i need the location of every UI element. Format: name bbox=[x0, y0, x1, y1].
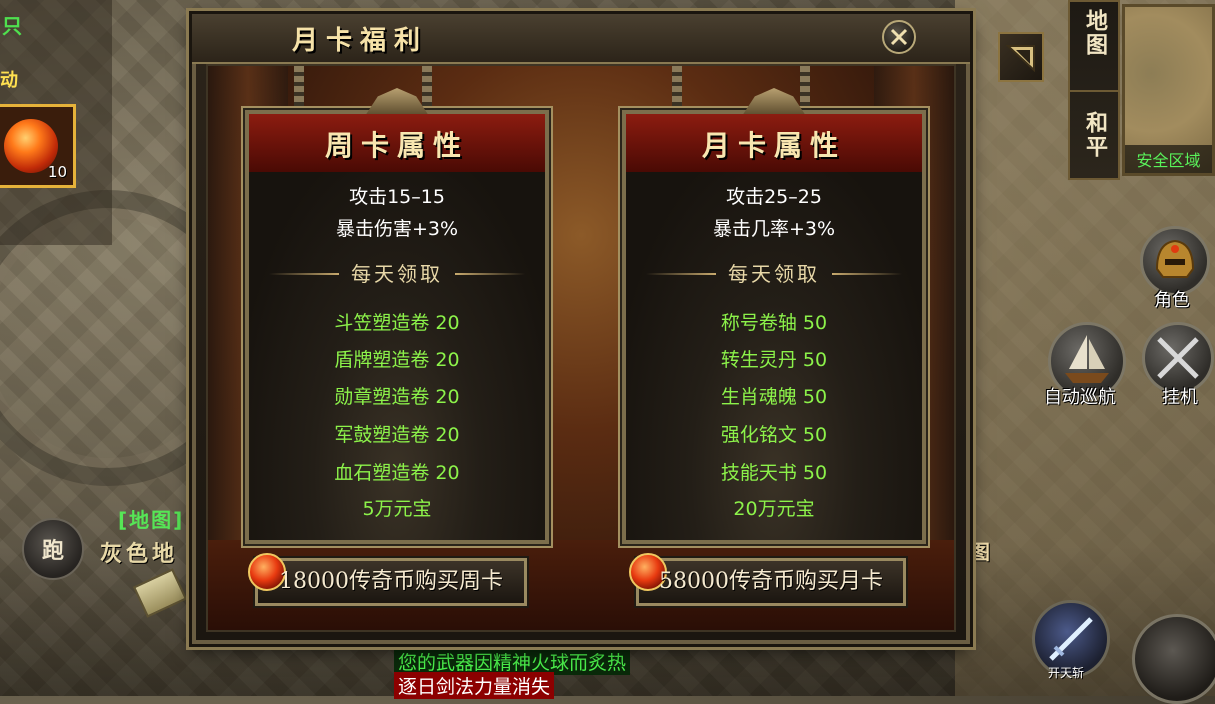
fire-skill-slot[interactable]: 10 bbox=[0, 104, 76, 188]
weekly-reward: 盾牌塑造卷 20 bbox=[334, 349, 460, 371]
panel-header: 月卡福利 bbox=[192, 14, 970, 64]
buy-monthly-label: 58000传奇币购买月卡 bbox=[659, 569, 883, 594]
weekly-reward: 斗笠塑造卷 20 bbox=[334, 312, 460, 334]
monthly-card-body: 攻击25–25 暴击几率+3% 每天领取 称号卷轴 50 转生灵丹 50 生肖魂… bbox=[626, 172, 922, 540]
monthly-reward: 强化铭文 50 bbox=[720, 424, 828, 446]
tab-peace-mode[interactable]: 和平 bbox=[1070, 90, 1118, 178]
buy-weekly-card-button[interactable]: 18000传奇币购买周卡 bbox=[248, 553, 527, 606]
panel-title: 月卡福利 bbox=[292, 26, 429, 56]
collapse-arrow-icon bbox=[1006, 45, 1035, 72]
chat-message-1: 您的武器因精神火球而炙热 bbox=[394, 648, 631, 675]
run-toggle-button[interactable]: 跑 bbox=[22, 518, 84, 580]
weekly-daily-label: 每天领取 bbox=[351, 262, 443, 286]
monthly-card-title: 月卡属性 bbox=[701, 129, 846, 162]
monthly-attr-attack: 攻击25–25 bbox=[726, 186, 822, 208]
hud-top-text: 只 bbox=[2, 14, 22, 38]
weekly-reward: 军鼓塑造卷 20 bbox=[334, 424, 460, 446]
kaitian-skill-label: 开天斩 bbox=[1048, 666, 1085, 680]
close-button[interactable] bbox=[882, 20, 916, 54]
tab-map[interactable]: 地图 bbox=[1070, 0, 1118, 76]
weekly-reward: 勋章塑造卷 20 bbox=[334, 386, 460, 408]
map-mode-tabs: 地图 和平 bbox=[1068, 0, 1120, 180]
weekly-daily-divider: 每天领取 bbox=[249, 260, 545, 288]
weekly-attr-crit: 暴击伤害+3% bbox=[335, 218, 459, 240]
weekly-card-title: 周卡属性 bbox=[324, 129, 469, 162]
monthly-card-header: 月卡属性 bbox=[626, 114, 922, 174]
monthly-daily-divider: 每天领取 bbox=[626, 260, 922, 288]
auto-navigate-label: 自动巡航 bbox=[1044, 387, 1116, 408]
skill-count: 10 bbox=[47, 163, 67, 181]
weekly-reward: 5万元宝 bbox=[362, 498, 432, 520]
monthly-reward: 称号卷轴 50 bbox=[720, 312, 828, 334]
auto-fight-label: 挂机 bbox=[1162, 387, 1198, 408]
chat-message-2: 逐日剑法力量消失 bbox=[394, 672, 555, 699]
chain-decoration bbox=[294, 66, 304, 106]
monthly-attr-crit: 暴击几率+3% bbox=[712, 218, 836, 240]
chain-decoration bbox=[422, 66, 432, 106]
map-link-tag[interactable]: [地图] bbox=[118, 504, 184, 533]
monthly-reward: 转生灵丹 50 bbox=[720, 349, 828, 371]
weekly-card: 周卡属性 攻击15–15 暴击伤害+3% 每天领取 斗笠塑造卷 20 盾牌塑造卷… bbox=[245, 88, 549, 544]
secondary-skill-button[interactable] bbox=[1132, 614, 1215, 704]
hud-action-text: 动 bbox=[0, 70, 18, 91]
monthly-reward: 20万元宝 bbox=[733, 498, 815, 520]
helmet-icon bbox=[1155, 239, 1195, 278]
weekly-card-header: 周卡属性 bbox=[249, 114, 545, 174]
right-edge-text: 图 bbox=[970, 540, 990, 564]
monthly-daily-label: 每天领取 bbox=[728, 262, 820, 286]
monthly-card: 月卡属性 攻击25–25 暴击几率+3% 每天领取 称号卷轴 50 转生灵丹 5… bbox=[622, 88, 926, 544]
monthly-reward: 生肖魂魄 50 bbox=[720, 386, 828, 408]
minimap-zone-label: 安全区域 bbox=[1125, 145, 1212, 173]
weekly-card-body: 攻击15–15 暴击伤害+3% 每天领取 斗笠塑造卷 20 盾牌塑造卷 20 勋… bbox=[249, 172, 545, 540]
monthly-reward: 技能天书 50 bbox=[720, 462, 828, 484]
close-icon bbox=[890, 28, 908, 46]
minimap[interactable]: 安全区域 bbox=[1122, 4, 1215, 176]
character-label: 角色 bbox=[1154, 290, 1190, 311]
chain-decoration bbox=[800, 66, 810, 106]
collapse-hud-button[interactable] bbox=[998, 32, 1044, 82]
location-name: 灰色地 bbox=[100, 542, 179, 567]
weekly-reward: 血石塑造卷 20 bbox=[334, 462, 460, 484]
chain-decoration bbox=[672, 66, 682, 106]
weekly-attr-attack: 攻击15–15 bbox=[349, 186, 445, 208]
buy-monthly-card-button[interactable]: 58000传奇币购买月卡 bbox=[629, 553, 906, 606]
buy-weekly-label: 18000传奇币购买周卡 bbox=[279, 569, 503, 594]
crossed-swords-icon bbox=[1157, 337, 1199, 379]
